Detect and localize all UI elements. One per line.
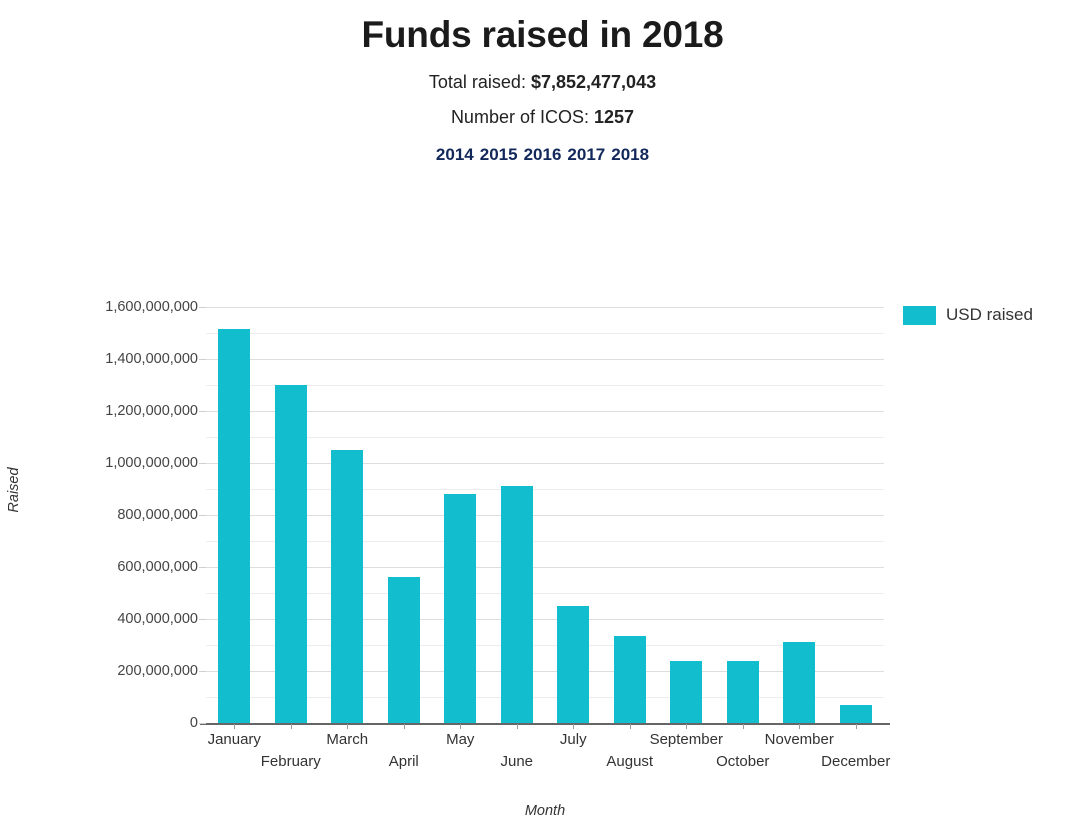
x-axis-tick-label: April: [388, 753, 419, 770]
y-axis-tick-label: 1,000,000,000: [105, 455, 198, 471]
x-axis-tick-label: March: [326, 731, 369, 748]
bar-december[interactable]: [839, 704, 872, 723]
x-axis-tick: [742, 724, 744, 729]
bar-february[interactable]: [274, 385, 307, 723]
bar-march[interactable]: [331, 450, 364, 723]
bar-june[interactable]: [500, 486, 533, 723]
x-axis-tick-label: November: [764, 731, 834, 748]
gridline-major: [206, 515, 884, 516]
x-axis-tick-label: February: [260, 753, 321, 770]
gridline-major: [206, 359, 884, 360]
y-axis-tick-label: 200,000,000: [117, 663, 198, 679]
x-axis-title: Month: [524, 803, 566, 819]
chart-canvas: Raised 0 200,000,000 400,000,000 600,000,00…: [0, 0, 1085, 834]
gridline-major: [206, 567, 884, 568]
x-axis-line: [200, 723, 890, 725]
bar-april[interactable]: [387, 577, 420, 723]
x-axis-tick-label: August: [606, 753, 654, 770]
x-axis-tick: [234, 724, 236, 729]
y-axis-tick: [199, 515, 206, 516]
y-axis-tick: [199, 671, 206, 672]
x-axis-tick: [855, 724, 857, 729]
y-axis-tick-label: 1,600,000,000: [105, 299, 198, 315]
legend-swatch-usd-raised: [903, 305, 936, 325]
gridline-major: [206, 619, 884, 620]
x-axis-tick: [516, 724, 518, 729]
y-axis-tick: [199, 619, 206, 620]
bar-september[interactable]: [670, 660, 703, 723]
y-axis-title: Raised: [6, 467, 22, 513]
x-axis-tick-label: September: [649, 731, 723, 748]
plot-area: [199, 307, 890, 729]
y-axis-tick: [199, 307, 206, 308]
x-axis-tick: [799, 724, 801, 729]
x-axis-tick-label: June: [500, 753, 534, 770]
gridline-minor: [206, 541, 884, 542]
gridline-major: [206, 411, 884, 412]
bar-may[interactable]: [444, 494, 477, 723]
y-axis-tick: [199, 723, 206, 724]
x-axis-tick-label: January: [207, 731, 261, 748]
chart-legend: USD raised: [903, 305, 1033, 325]
x-axis-tick: [403, 724, 405, 729]
gridline-minor: [206, 333, 884, 334]
gridline-major: [206, 307, 884, 308]
bar-july[interactable]: [557, 606, 590, 723]
x-axis-tick: [629, 724, 631, 729]
bar-january[interactable]: [218, 329, 251, 723]
y-axis-tick-label: 600,000,000: [117, 559, 198, 575]
y-axis-tick: [199, 359, 206, 360]
y-axis-tick-label: 0: [189, 715, 198, 731]
bar-october[interactable]: [726, 660, 759, 723]
gridline-minor: [206, 385, 884, 386]
y-axis-tick: [199, 411, 206, 412]
x-axis-tick-label: December: [821, 753, 891, 770]
x-axis-tick: [347, 724, 349, 729]
gridline-minor: [206, 489, 884, 490]
x-axis-tick: [460, 724, 462, 729]
x-axis-tick-label: October: [716, 753, 770, 770]
bar-august[interactable]: [613, 635, 646, 723]
y-axis-tick: [199, 567, 206, 568]
x-axis-tick: [573, 724, 575, 729]
x-axis-tick: [290, 724, 292, 729]
gridline-major: [206, 463, 884, 464]
legend-label-usd-raised: USD raised: [946, 305, 1033, 324]
y-axis-labels: 0 200,000,000 400,000,000 600,000,000 800,00…: [76, 300, 198, 731]
gridline-minor: [206, 437, 884, 438]
y-axis-tick-label: 800,000,000: [117, 507, 198, 523]
y-axis-tick-label: 400,000,000: [117, 611, 198, 627]
x-axis-tick-label: July: [559, 731, 587, 748]
x-axis-labels: January February March April May June July Augu…: [206, 731, 891, 779]
x-axis-tick: [686, 724, 688, 729]
x-axis-tick-label: May: [446, 731, 475, 748]
y-axis-tick-label: 1,200,000,000: [105, 403, 198, 419]
y-axis-tick: [199, 463, 206, 464]
y-axis-tick-label: 1,400,000,000: [105, 351, 198, 367]
gridline-minor: [206, 593, 884, 594]
bar-november[interactable]: [783, 642, 816, 723]
